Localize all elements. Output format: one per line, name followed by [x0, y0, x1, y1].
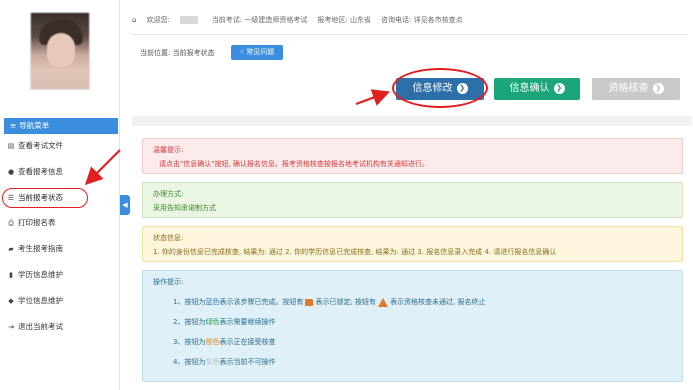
qualification-check-button: 资格核查 ❯ [592, 78, 680, 100]
logout-icon: ⇥ [8, 322, 14, 331]
welcome-label: 欢迎您: [146, 16, 170, 24]
status-body: 1. 你的身份信息已完成核查, 结果为: 通过 2. 你的学历信息已完成核查, … [153, 248, 557, 256]
exam-region: 报考地区: 山东省 [317, 16, 371, 24]
sidebar-item-label: 查看报考信息 [18, 166, 63, 176]
info-icon: ● [7, 167, 15, 176]
ops-text: 表示该步骤已完成。按钮有 [219, 298, 304, 306]
breadcrumb-prefix: 当前位置: [140, 49, 171, 57]
ops-tip-3: 3、按钮为橙色表示正在接受核查 [153, 337, 672, 347]
nav-header: ≡ 导航菜单 [4, 118, 118, 134]
annotation-circle [392, 68, 488, 108]
printer-icon: ⎙ [8, 219, 14, 228]
info-bar: ⌂ 欢迎您: 当前考试: 一级建造师资格考试 报考地区: 山东省 咨询电话: 详见各市核… [132, 10, 692, 30]
sidebar-item-exam-files[interactable]: ▤ 查看考试文件 [4, 136, 118, 156]
ops-text: 表示需要继续操作 [219, 318, 276, 326]
faq-button[interactable]: ☝ 常见问题 [231, 45, 283, 60]
notice-panel: 温馨提示: 请点击"信息确认"按钮, 确认报名信息。报考资格核查按报名地考试机构… [142, 138, 683, 174]
username-redacted [179, 16, 198, 24]
sidebar-item-label: 查看考试文件 [18, 141, 63, 150]
ops-text: 4、按钮为 [173, 358, 206, 366]
menu-icon: ≡ [10, 121, 17, 130]
ops-color-blue: 蓝色 [205, 298, 220, 306]
ops-text: 2、按钮为 [173, 318, 206, 326]
sidebar: ≡ 导航菜单 ▤ 查看考试文件 ● 查看报考信息 ☰ 当前报考状态 ⎙ 打印报名表… [0, 0, 120, 390]
graduation-cap-icon: ◆ [8, 296, 14, 305]
sidebar-item-label: 学历信息维护 [18, 269, 63, 279]
avatar [30, 12, 90, 90]
breadcrumb-current: 当前报考状态 [172, 49, 215, 57]
nav-title: 导航菜单 [19, 121, 50, 130]
ops-tip-4: 4、按钮为灰色表示当前不可操作 [153, 357, 672, 367]
status-title: 状态信息: [153, 234, 184, 242]
sidebar-item-label: 退出当前考试 [18, 321, 63, 331]
sidebar-item-registration-info[interactable]: ● 查看报考信息 [4, 162, 118, 182]
document-icon: ▤ [7, 142, 15, 150]
ops-title: 操作提示: [153, 278, 184, 286]
sidebar-item-label: 打印报名表 [18, 218, 56, 228]
nav-list: ▤ 查看考试文件 ● 查看报考信息 ☰ 当前报考状态 ⎙ 打印报名表 ▰ 考生报… [2, 136, 118, 342]
sidebar-item-print-form[interactable]: ⎙ 打印报名表 [4, 213, 118, 233]
ops-text: 表示正在接受核查 [219, 338, 276, 346]
operation-tips-panel: 操作提示: 1、按钮为蓝色表示该步骤已完成。按钮有 表示已锁定; 按钮有 表示资格核… [142, 270, 683, 382]
book-icon: ▰ [8, 245, 14, 254]
ops-tip-2: 2、按钮为绿色表示需要继续操作 [153, 317, 672, 327]
warning-icon [378, 297, 389, 307]
notice-title: 温馨提示: [153, 146, 184, 154]
ops-color-gray: 灰色 [205, 358, 220, 366]
sidebar-item-education-info[interactable]: ▮ 学历信息维护 [4, 265, 118, 285]
notice-body: 请点击"信息确认"按钮, 确认报名信息。报考资格核查按报名地考试机构有关通知进行… [159, 160, 429, 168]
breadcrumb: 当前位置: 当前报考状态 [140, 46, 215, 60]
ops-text: 表示资格核查未通过, 报名终止 [390, 298, 486, 306]
header-divider [132, 34, 688, 35]
file-icon: ▮ [9, 270, 13, 279]
ops-color-green: 绿色 [205, 318, 220, 326]
chevron-right-icon: ❯ [652, 82, 664, 94]
sidebar-item-exit-exam[interactable]: ⇥ 退出当前考试 [4, 317, 118, 337]
annotation-arrow-to-modify [355, 89, 391, 106]
ops-text: 表示当前不可操作 [219, 358, 276, 366]
qualification-check-label: 资格核查 [608, 83, 649, 94]
thumbs-up-icon: ☝ [239, 48, 245, 56]
ops-color-orange: 橙色 [205, 338, 220, 346]
status-panel: 状态信息: 1. 你的身份信息已完成核查, 结果为: 通过 2. 你的学历信息已… [142, 226, 683, 262]
sidebar-item-degree-info[interactable]: ◆ 学位信息维护 [4, 291, 118, 311]
list-icon: ☰ [7, 193, 15, 202]
method-title: 办理方式: [153, 190, 184, 198]
ops-text: 3、按钮为 [173, 338, 206, 346]
section-separator [132, 116, 692, 126]
sidebar-item-label: 考生报考指南 [18, 244, 63, 254]
sidebar-item-label: 学位信息维护 [18, 295, 63, 305]
chevron-left-icon: ◀ [122, 201, 128, 209]
ops-text: 表示已锁定; 按钮有 [315, 298, 377, 306]
avatar-face [47, 33, 75, 67]
sidebar-item-current-status[interactable]: ☰ 当前报考状态 [2, 187, 118, 208]
lock-icon [305, 298, 314, 306]
sidebar-item-guide[interactable]: ▰ 考生报考指南 [4, 239, 118, 259]
faq-button-label: 常见问题 [246, 48, 275, 56]
home-icon: ⌂ [132, 16, 137, 24]
info-confirm-label: 信息确认 [509, 83, 550, 94]
method-body: 采用告知承诺制方式 [153, 204, 216, 212]
ops-tip-1: 1、按钮为蓝色表示该步骤已完成。按钮有 表示已锁定; 按钮有 表示资格核查未通过, … [153, 297, 672, 307]
info-confirm-button[interactable]: 信息确认 ❯ [494, 78, 580, 100]
method-panel: 办理方式: 采用告知承诺制方式 [142, 182, 683, 218]
contact-phone: 咨询电话: 详见各市核查点 [381, 16, 463, 24]
chevron-right-icon: ❯ [553, 82, 565, 94]
sidebar-collapse-toggle[interactable]: ◀ [120, 195, 130, 215]
ops-text: 1、按钮为 [173, 298, 206, 306]
current-exam: 当前考试: 一级建造师资格考试 [211, 16, 308, 24]
